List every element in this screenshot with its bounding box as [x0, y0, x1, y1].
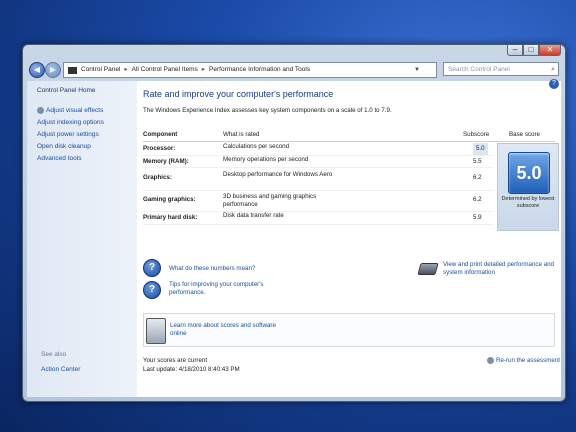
- shield-icon: [487, 357, 494, 364]
- navigation-bar: ◀ ▶ Control Panel ▸ All Control Panel It…: [27, 61, 559, 79]
- table-row: Gaming graphics: 3D business and gaming …: [143, 191, 493, 212]
- learn-more-link[interactable]: Learn more about scores and software onl…: [170, 322, 290, 338]
- subscore-value: 5.5: [473, 158, 482, 165]
- column-component: Component: [143, 131, 178, 138]
- performance-window: – □ ✕ ◀ ▶ Control Panel ▸ All Control Pa…: [22, 44, 566, 402]
- component-name: Graphics:: [143, 174, 172, 181]
- breadcrumb-separator: ▸: [201, 66, 206, 73]
- table-body: Processor: Calculations per second 5.0 M…: [143, 143, 493, 225]
- search-input[interactable]: Search Control Panel ⌕: [443, 62, 559, 76]
- question-icon: ?: [143, 281, 161, 299]
- view-print-details-link[interactable]: View and print detailed performance and …: [443, 261, 557, 277]
- search-placeholder: Search Control Panel: [448, 66, 510, 73]
- breadcrumb-control-panel[interactable]: Control Panel: [81, 63, 120, 77]
- task-open-disk-cleanup[interactable]: Open disk cleanup: [37, 141, 104, 153]
- rated-description: Disk data transfer rate: [223, 212, 284, 219]
- rated-description: 3D business and gaming graphics performa…: [223, 193, 317, 208]
- help-icon[interactable]: ?: [549, 79, 559, 89]
- window-content: Control Panel Home Adjust visual effects…: [27, 79, 561, 397]
- table-row: Memory (RAM): Memory operations per seco…: [143, 156, 493, 168]
- table-row: Primary hard disk: Disk data transfer ra…: [143, 212, 493, 225]
- question-icon: ?: [143, 259, 161, 277]
- component-name: Processor:: [143, 145, 176, 152]
- address-bar[interactable]: Control Panel ▸ All Control Panel Items …: [63, 62, 437, 78]
- rated-description: Memory operations per second: [223, 156, 309, 163]
- task-adjust-visual-effects[interactable]: Adjust visual effects: [37, 105, 104, 117]
- control-panel-home-link[interactable]: Control Panel Home: [37, 87, 96, 94]
- forward-button[interactable]: ▶: [45, 62, 61, 78]
- rated-description: Calculations per second: [223, 143, 290, 150]
- search-icon[interactable]: ⌕: [551, 63, 555, 77]
- action-center-link[interactable]: Action Center: [41, 366, 80, 373]
- column-base-score: Base score: [509, 131, 540, 138]
- base-score-note: Determined by lowest subscore: [501, 196, 555, 209]
- component-name: Primary hard disk:: [143, 214, 198, 221]
- task-list: Adjust visual effects Adjust indexing op…: [37, 105, 104, 165]
- component-name: Memory (RAM):: [143, 158, 189, 165]
- task-adjust-indexing-options[interactable]: Adjust indexing options: [37, 117, 104, 129]
- page-description: The Windows Experience Index assesses ke…: [143, 107, 392, 114]
- what-numbers-mean-link[interactable]: What do these numbers mean?: [169, 265, 255, 273]
- page-title: Rate and improve your computer's perform…: [143, 89, 334, 99]
- left-navigation-pane: Control Panel Home Adjust visual effects…: [27, 81, 137, 397]
- rated-description: Desktop performance for Windows Aero: [223, 171, 333, 178]
- task-adjust-power-settings[interactable]: Adjust power settings: [37, 129, 104, 141]
- base-score-tile: 5.0: [508, 152, 550, 194]
- rerun-assessment-link[interactable]: Re-run the assessment: [487, 357, 560, 364]
- software-box-icon: [146, 318, 166, 344]
- subscore-value: 6.2: [473, 174, 482, 181]
- component-name: Gaming graphics:: [143, 196, 196, 203]
- subscore-value: 5.0: [473, 143, 488, 155]
- last-update: Last update: 4/18/2010 8:40:43 PM: [143, 366, 240, 373]
- minimize-button[interactable]: –: [507, 45, 523, 56]
- main-panel: ? Rate and improve your computer's perfo…: [137, 79, 561, 397]
- close-button[interactable]: ✕: [539, 45, 561, 56]
- title-bar: – □ ✕: [23, 45, 565, 59]
- breadcrumb-all-items[interactable]: All Control Panel Items: [132, 63, 198, 77]
- maximize-button[interactable]: □: [523, 45, 539, 56]
- control-panel-icon: [68, 66, 77, 74]
- table-row: Processor: Calculations per second 5.0: [143, 143, 493, 156]
- breadcrumb-performance[interactable]: Performance Information and Tools: [209, 63, 310, 77]
- task-advanced-tools[interactable]: Advanced tools: [37, 153, 104, 165]
- back-button[interactable]: ◀: [29, 62, 45, 78]
- table-row: Graphics: Desktop performance for Window…: [143, 168, 493, 191]
- breadcrumb-separator: ▸: [124, 66, 128, 73]
- printer-icon: [417, 263, 439, 275]
- see-also-heading: See also: [41, 351, 67, 358]
- chevron-down-icon[interactable]: ▼: [414, 63, 420, 77]
- scores-status: Your scores are current: [143, 357, 208, 364]
- score-table: Component What is rated Subscore Base sc…: [143, 129, 559, 243]
- subscore-value: 5.9: [473, 214, 482, 221]
- shield-icon: [37, 106, 44, 114]
- table-header: Component What is rated Subscore Base sc…: [143, 129, 555, 142]
- learn-more-box: Learn more about scores and software onl…: [143, 313, 555, 347]
- base-score-panel: 5.0 Determined by lowest subscore: [497, 143, 559, 231]
- column-what-is-rated: What is rated: [223, 131, 260, 138]
- tips-improving-link[interactable]: Tips for improving your computer's perfo…: [169, 281, 279, 297]
- window-controls: – □ ✕: [507, 45, 561, 56]
- subscore-value: 6.2: [473, 196, 482, 203]
- column-subscore: Subscore: [463, 131, 490, 138]
